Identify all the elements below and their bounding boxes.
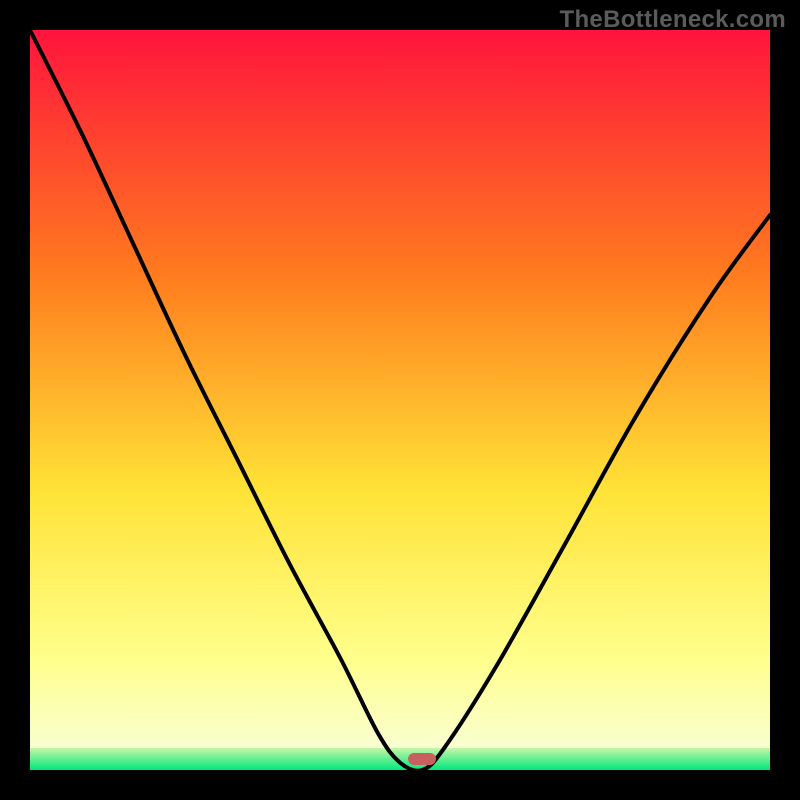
bottleneck-curve-path [30, 30, 770, 770]
watermark-text: TheBottleneck.com [560, 6, 786, 34]
optimal-point-marker [408, 753, 436, 765]
bottleneck-curve-svg [30, 30, 770, 770]
plot-area [30, 30, 770, 770]
chart-frame: TheBottleneck.com [0, 0, 800, 800]
